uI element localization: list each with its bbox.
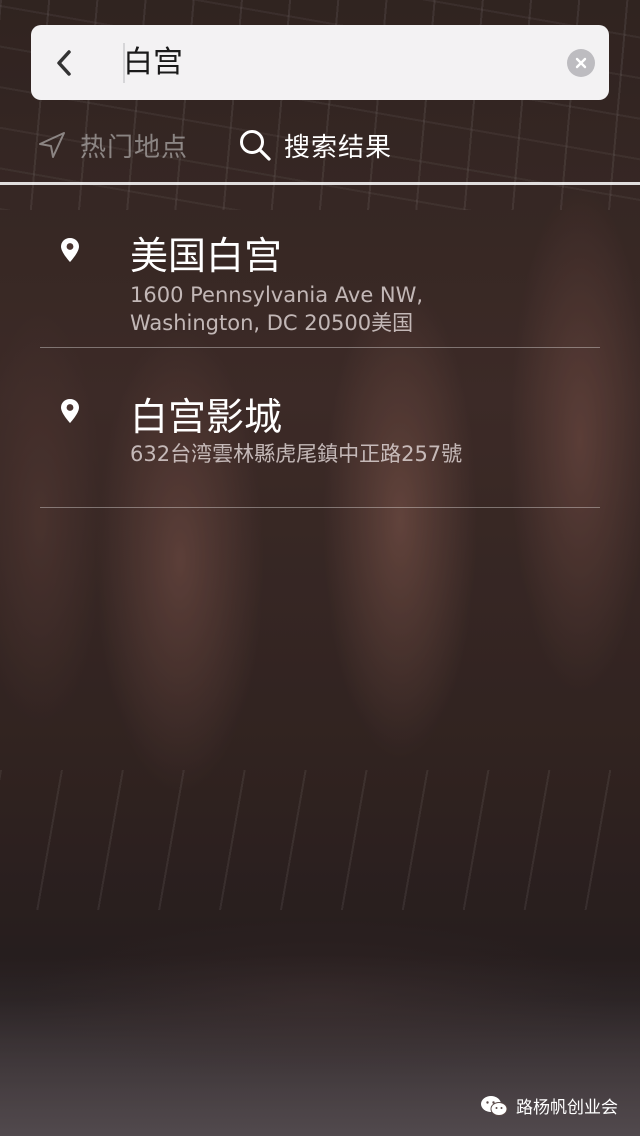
back-button[interactable]: [31, 25, 97, 100]
result-title: 白宫影城: [130, 395, 283, 439]
location-pin-icon: [61, 399, 79, 423]
chevron-left-icon: [57, 49, 71, 76]
result-item[interactable]: 白宫影城 632台湾雲林縣虎尾鎮中正路257號: [0, 348, 640, 508]
location-pin-icon: [61, 238, 79, 262]
search-bar[interactable]: 白宫: [31, 25, 609, 100]
wechat-icon: [481, 1095, 508, 1116]
result-address-line: 632台湾雲林縣虎尾鎮中正路257號: [130, 442, 463, 466]
navigation-arrow-icon: [39, 132, 65, 158]
tab-popular-places[interactable]: 热门地点: [36, 115, 188, 175]
search-icon: [240, 130, 271, 161]
result-address-line: Washington, DC 20500美国: [130, 311, 414, 335]
search-query: 白宫: [123, 45, 183, 80]
result-separator: [40, 507, 600, 508]
result-address-line: 1600 Pennsylvania Ave NW,: [130, 283, 424, 307]
clear-button[interactable]: [567, 49, 595, 77]
search-input[interactable]: 白宫: [123, 25, 183, 100]
tab-search-results[interactable]: 搜索结果: [238, 115, 392, 175]
result-item[interactable]: 美国白宫 1600 Pennsylvania Ave NW, Washingto…: [0, 185, 640, 348]
tab-popular-places-label: 热门地点: [80, 132, 189, 163]
watermark: 路杨帆创业会: [480, 1093, 618, 1118]
result-title: 美国白宫: [130, 234, 283, 278]
tab-search-results-label: 搜索结果: [284, 132, 393, 163]
tab-bar: 热门地点 搜索结果: [0, 115, 640, 175]
watermark-text: 路杨帆创业会: [516, 1098, 618, 1118]
close-icon: [575, 57, 587, 69]
